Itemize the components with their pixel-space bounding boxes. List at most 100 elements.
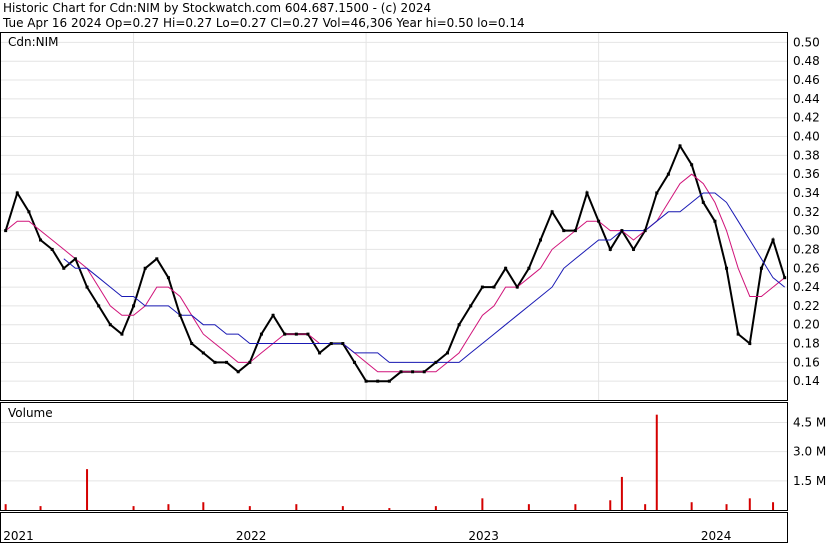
volume-y-tick-label: 1.5 M [793,474,826,488]
price-point [4,229,8,233]
price-y-tick-label: 0.50 [793,35,820,49]
volume-bar [132,506,135,510]
volume-y-ticks: 4.5 M 3.0 M 1.5 M [793,415,826,487]
price-y-tick-label: 0.42 [793,111,820,125]
price-point [434,360,438,364]
price-point [271,313,275,317]
price-point [39,238,43,242]
price-y-tick-label: 0.26 [793,261,820,275]
price-point [608,247,612,251]
price-y-tick-label: 0.30 [793,224,820,238]
volume-panel-label: Volume [8,406,53,420]
volume-bar [341,506,344,510]
price-y-tick-label: 0.40 [793,130,820,144]
price-point [201,351,205,355]
price-point [294,332,298,336]
price-point [655,191,659,195]
price-point [120,332,124,336]
volume-bar [574,504,577,510]
volume-bar [434,506,437,510]
price-point [643,229,647,233]
volume-bar [655,414,658,510]
price-y-tick-label: 0.20 [793,318,820,332]
price-point [143,266,147,270]
price-point [97,304,101,308]
price-y-tick-label: 0.28 [793,242,820,256]
volume-bar [644,504,647,510]
x-axis-label: 2022 [236,529,267,543]
price-point [190,342,194,346]
price-point [259,332,263,336]
price-point [166,276,170,280]
volume-y-tick-label: 4.5 M [793,415,826,429]
price-point [73,257,77,261]
volume-bar [248,506,251,510]
price-point [678,144,682,148]
price-point [783,276,787,280]
price-point [329,342,333,346]
price-y-tick-label: 0.14 [793,374,820,388]
volume-bar [609,500,612,510]
price-point [585,191,589,195]
price-point [387,379,391,383]
price-point [306,332,310,336]
price-panel [0,32,788,401]
price-y-tick-label: 0.48 [793,54,820,68]
price-point [132,304,136,308]
price-point [178,313,182,317]
price-point [539,238,543,242]
price-point [515,285,519,289]
price-point [573,229,577,233]
price-point [27,210,31,214]
volume-bar [690,502,693,510]
price-point [236,370,240,374]
volume-bar [167,504,170,510]
price-y-tick-label: 0.46 [793,73,820,87]
price-point [225,360,229,364]
price-point [748,342,752,346]
volume-bar [725,504,728,510]
price-point [364,379,368,383]
volume-panel [0,402,788,511]
price-point [213,360,217,364]
price-point [759,266,763,270]
price-point [562,229,566,233]
price-point [422,370,426,374]
price-point [352,360,356,364]
price-point [550,210,554,214]
price-point [527,266,531,270]
price-point [376,379,380,383]
price-point [155,257,159,261]
x-axis-label: 2021 [3,529,34,543]
price-point [15,191,19,195]
volume-bar [481,498,484,510]
price-y-tick-label: 0.44 [793,92,820,106]
price-point [341,342,345,346]
price-point [457,323,461,327]
volume-bar [620,476,623,510]
volume-bar [202,502,205,510]
price-point [283,332,287,336]
x-axis-strip [0,512,788,543]
volume-bar [772,502,775,510]
price-y-tick-label: 0.36 [793,167,820,181]
price-point [725,266,729,270]
price-point [318,351,322,355]
price-point [620,229,624,233]
price-point [50,247,54,251]
price-point [411,370,415,374]
price-y-tick-label: 0.18 [793,337,820,351]
price-point [85,285,89,289]
volume-bar [86,469,89,510]
price-point [62,266,66,270]
price-panel-label: Cdn:NIM [8,35,59,49]
price-y-tick-label: 0.32 [793,205,820,219]
price-y-ticks: 0.50 0.48 0.46 0.44 0.42 0.40 0.38 0.36 0.34 0.32… [793,35,820,388]
price-y-tick-label: 0.24 [793,280,820,294]
price-point [469,304,473,308]
volume-bar [527,504,530,510]
volume-bar [39,506,42,510]
volume-bar [295,504,298,510]
price-point [492,285,496,289]
x-axis-label: 2023 [468,529,499,543]
